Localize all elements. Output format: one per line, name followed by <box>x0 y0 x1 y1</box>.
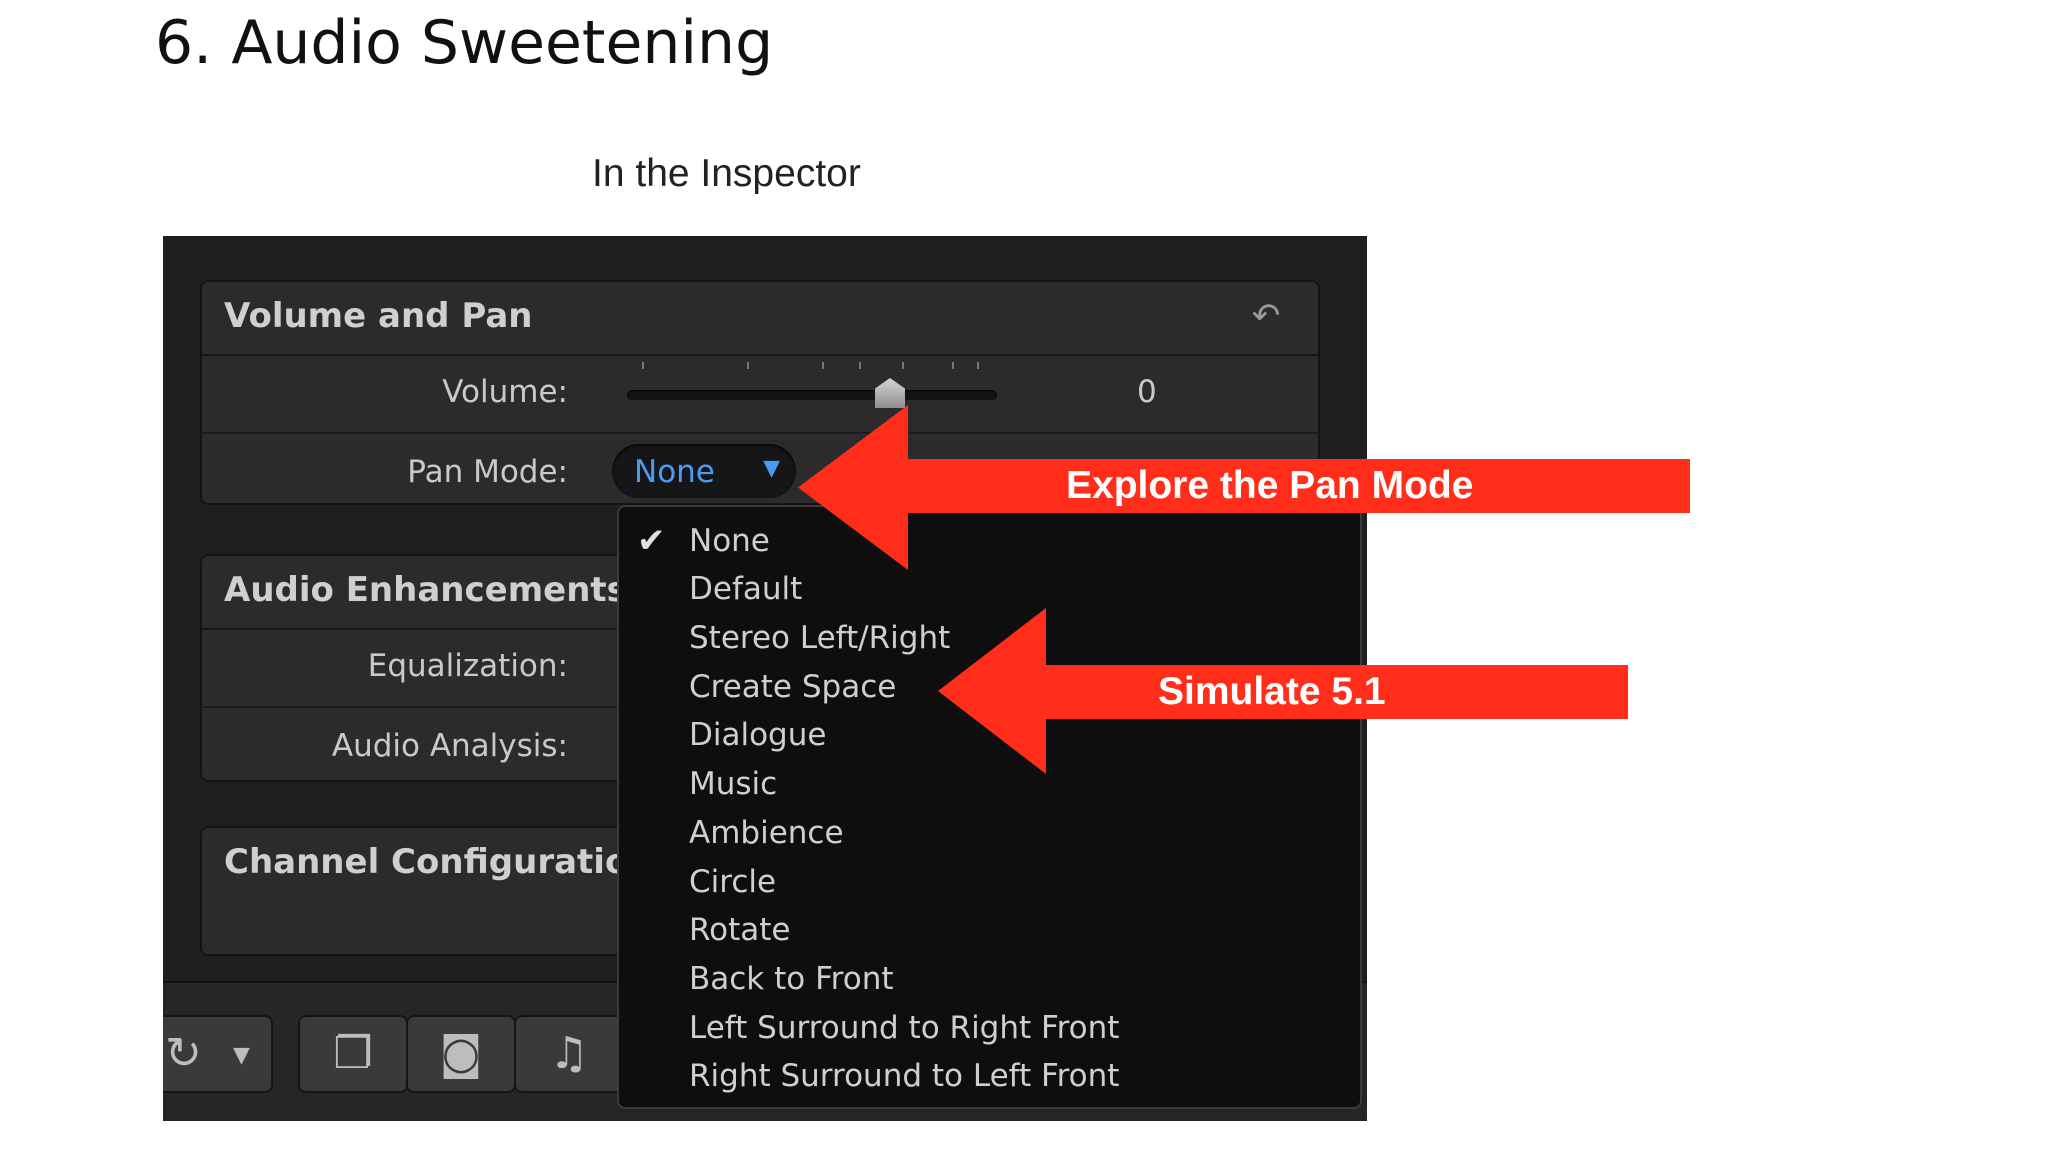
volume-ticks <box>627 362 997 374</box>
pan-mode-value: None <box>634 454 715 490</box>
volume-slider-thumb[interactable] <box>875 378 905 408</box>
volume-label: Volume: <box>442 374 568 410</box>
menu-item-dialogue[interactable]: Dialogue <box>689 717 826 765</box>
pan-mode-popup[interactable]: None ▼ <box>612 444 796 498</box>
photo-button[interactable]: ◙ <box>406 1015 516 1093</box>
menu-item-left-surround-to-right-front[interactable]: Left Surround to Right Front <box>689 1010 1119 1058</box>
menu-item-none[interactable]: None <box>689 523 770 571</box>
music-button[interactable]: ♫ <box>514 1015 624 1093</box>
enhance-button[interactable]: ↻ ▼ <box>163 1015 273 1093</box>
browser-icon: ❐ <box>333 1028 373 1079</box>
section-title: Volume and Pan <box>224 296 533 336</box>
checkmark-icon: ✔ <box>637 521 666 561</box>
menu-item-back-to-front[interactable]: Back to Front <box>689 961 894 1009</box>
menu-item-stereo-left-right[interactable]: Stereo Left/Right <box>689 620 950 668</box>
menu-item-default[interactable]: Default <box>689 571 802 619</box>
pan-mode-label: Pan Mode: <box>407 454 568 490</box>
browser-button[interactable]: ❐ <box>298 1015 408 1093</box>
section-title: Channel Configuratio <box>224 842 629 882</box>
pan-mode-menu: ✔ None Default Stereo Left/Right Create … <box>617 505 1362 1109</box>
enhance-icon: ↻ <box>165 1028 202 1079</box>
chevron-down-icon: ▼ <box>763 456 780 481</box>
equalization-label: Equalization: <box>367 648 568 684</box>
menu-item-right-surround-to-left-front[interactable]: Right Surround to Left Front <box>689 1058 1119 1106</box>
menu-item-rotate[interactable]: Rotate <box>689 912 791 960</box>
section-title: Audio Enhancements <box>224 570 627 610</box>
volume-value: 0 <box>1137 374 1157 410</box>
slide-title: 6. Audio Sweetening <box>155 8 774 78</box>
volume-slider[interactable] <box>627 390 997 400</box>
slide-subtitle: In the Inspector <box>592 152 861 195</box>
reset-arrow-icon[interactable]: ↶ <box>1244 294 1288 338</box>
dropdown-caret-icon: ▼ <box>233 1043 250 1068</box>
explore-pan-mode-label: Explore the Pan Mode <box>1066 464 1474 507</box>
menu-item-ambience[interactable]: Ambience <box>689 815 844 863</box>
volume-and-pan-header[interactable]: Volume and Pan ↶ <box>202 282 1318 356</box>
menu-item-create-space[interactable]: Create Space <box>689 669 896 717</box>
music-icon: ♫ <box>549 1028 589 1079</box>
simulate-label: Simulate 5.1 <box>1158 670 1386 713</box>
menu-item-circle[interactable]: Circle <box>689 864 776 912</box>
photo-icon: ◙ <box>439 1028 483 1079</box>
audio-analysis-label: Audio Analysis: <box>331 728 568 764</box>
menu-item-music[interactable]: Music <box>689 766 777 814</box>
volume-row: Volume: 0 <box>202 354 1318 434</box>
